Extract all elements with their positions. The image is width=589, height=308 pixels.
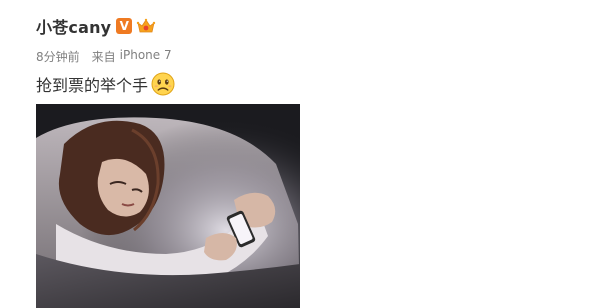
username-link[interactable]: 小苍cany [36, 14, 111, 38]
weibo-post: 小苍cany V 8分钟前 来自 iPhone 7 抢到票的举个手 [0, 0, 589, 308]
woman-in-bed-with-phone-illustration [36, 104, 300, 308]
post-header: 小苍cany V [36, 14, 156, 38]
post-text: 抢到票的举个手 [36, 76, 149, 95]
vip-crown-icon[interactable] [136, 17, 156, 35]
post-content: 抢到票的举个手 [36, 71, 175, 97]
post-time-link[interactable]: 8分钟前 [36, 48, 80, 65]
sad-face-emoji-icon [151, 72, 175, 96]
source-device-link[interactable]: iPhone 7 [120, 48, 172, 65]
post-meta: 8分钟前 来自 iPhone 7 [36, 48, 172, 65]
source-prefix: 来自 [91, 50, 116, 64]
verified-badge-icon[interactable]: V [116, 18, 133, 34]
post-image[interactable] [36, 104, 300, 308]
